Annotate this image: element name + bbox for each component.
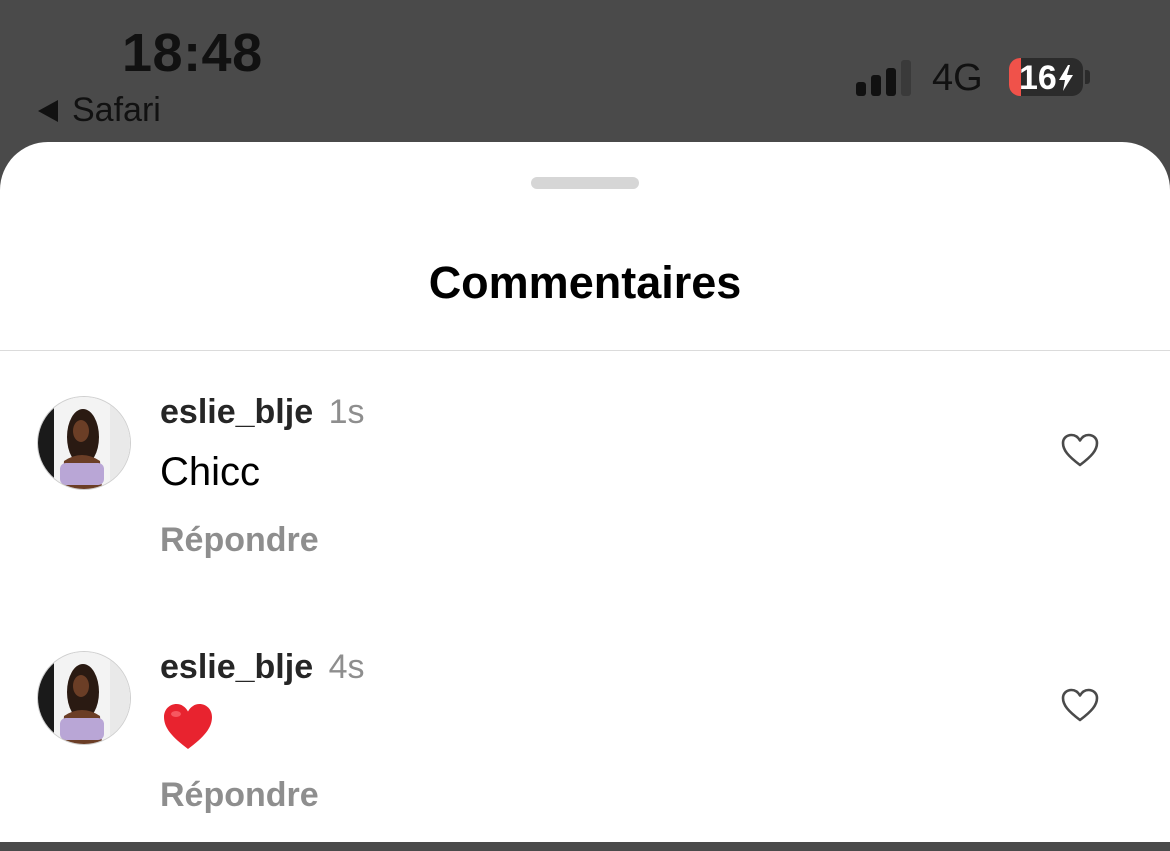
comment-header: eslie_blje 1s xyxy=(160,393,364,432)
like-button[interactable] xyxy=(1060,432,1100,468)
signal-bar xyxy=(901,60,911,96)
charging-bolt-icon xyxy=(1058,65,1073,91)
sheet-title: Commentaires xyxy=(428,257,742,308)
back-label: Safari xyxy=(72,91,161,129)
comment-username[interactable]: eslie_blje xyxy=(160,648,313,686)
avatar[interactable] xyxy=(37,651,131,745)
comment-header: eslie_blje 4s xyxy=(160,648,364,687)
reply-button[interactable]: Répondre xyxy=(160,776,319,815)
avatar[interactable] xyxy=(37,396,131,490)
battery-level-text: 16 xyxy=(1019,59,1074,96)
comment-text: Chicc xyxy=(160,450,261,494)
reply-button[interactable]: Répondre xyxy=(160,521,319,560)
back-to-safari-button[interactable]: Safari xyxy=(38,91,161,130)
status-bar: 18:48 Safari 4G 16 xyxy=(0,0,1170,142)
comment-timestamp: 4s xyxy=(328,648,365,686)
comment-item: eslie_blje 1s Chicc Répondre xyxy=(0,393,1170,596)
signal-bar xyxy=(886,68,896,96)
comment-timestamp: 1s xyxy=(328,393,365,431)
comment-item: eslie_blje 4s Répondre xyxy=(0,648,1170,851)
network-type: 4G xyxy=(932,57,983,99)
header-divider xyxy=(0,350,1170,351)
signal-bar xyxy=(871,75,881,96)
battery-charging-icon: 16 xyxy=(1009,58,1083,96)
heart-outline-icon xyxy=(1061,433,1099,467)
comment-username[interactable]: eslie_blje xyxy=(160,393,313,431)
battery-cap xyxy=(1085,70,1090,84)
cellular-signal-icon xyxy=(856,58,916,96)
heart-outline-icon xyxy=(1061,688,1099,722)
battery-percent: 16 xyxy=(1019,59,1057,96)
comments-sheet: Commentaires eslie_blje 1s Chicc Répondr… xyxy=(0,142,1170,842)
signal-bar xyxy=(856,82,866,96)
red-heart-emoji xyxy=(161,701,215,753)
like-button[interactable] xyxy=(1060,687,1100,723)
sheet-grabber-handle[interactable] xyxy=(531,177,639,189)
clock: 18:48 xyxy=(122,23,263,83)
back-arrow-icon xyxy=(38,99,58,122)
